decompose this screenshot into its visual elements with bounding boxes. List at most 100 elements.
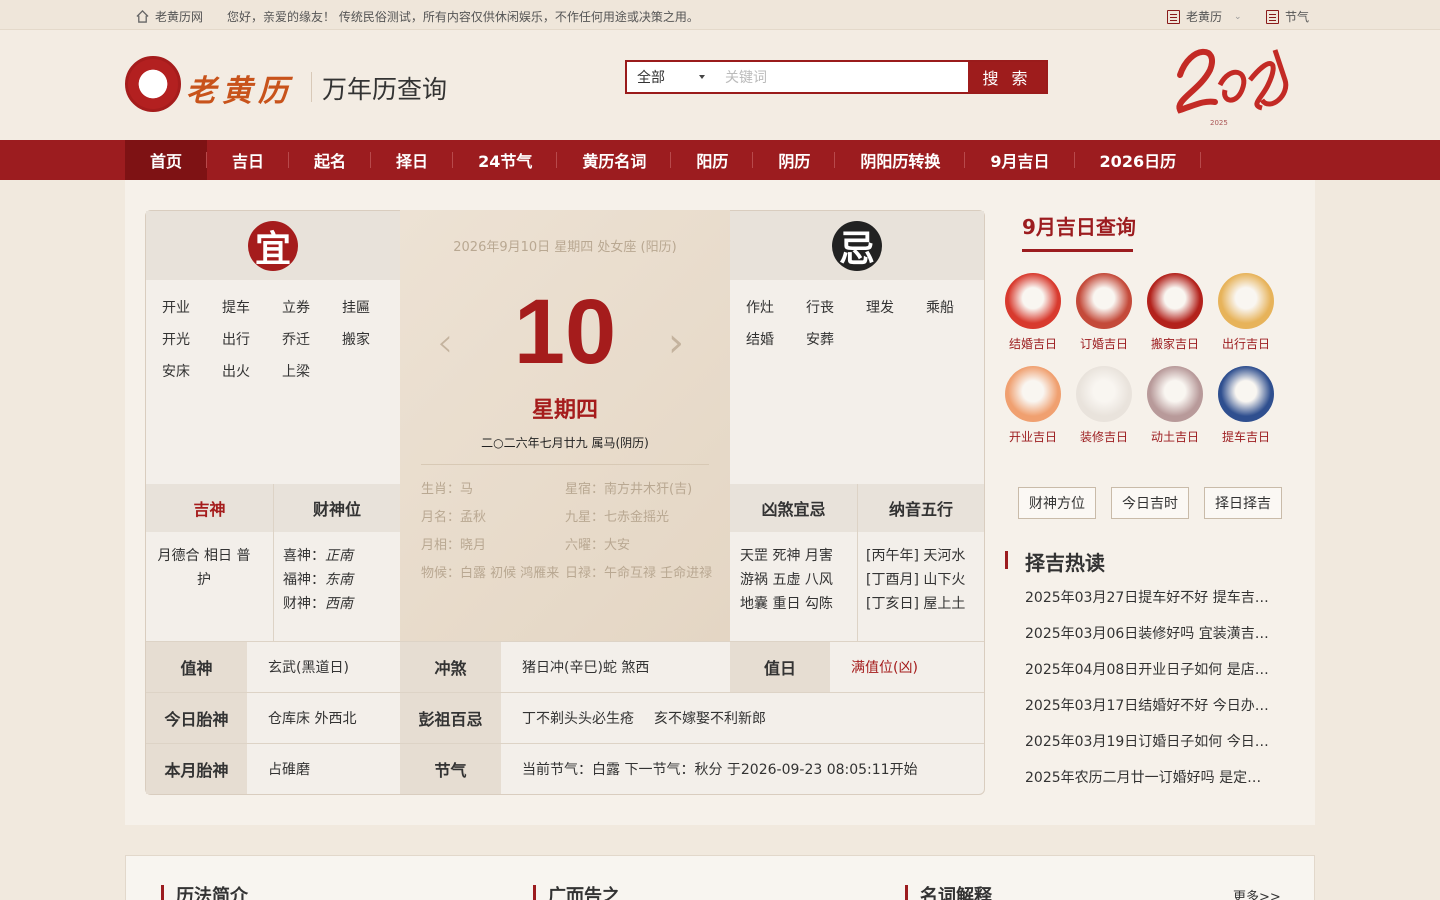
jieqi-label: 节气 (1285, 10, 1310, 24)
hot-article-link[interactable]: 2025年03月17日结婚好不好 今日办喜事吉利吗 (1025, 695, 1275, 731)
lifa-title: 历法简介 (176, 886, 248, 900)
detail-line: 星宿：南方井木犴(吉) (565, 482, 693, 497)
house-icon (1147, 273, 1203, 329)
nav-item-2[interactable]: 起名 (289, 140, 372, 180)
document-icon (1167, 9, 1180, 24)
nav-item-10[interactable]: 2026日历 (1075, 140, 1202, 180)
nav-item-8[interactable]: 阴阳历转换 (835, 140, 966, 180)
details-left: 生肖：马 月名：孟秋 月相：晓月 物候：白露 初候 鸿雁来 (421, 476, 561, 588)
nav-item-6[interactable]: 阳历 (671, 140, 754, 180)
jiri-link[interactable]: 动土吉日 (1139, 366, 1211, 445)
ad-title: 广而告之 (548, 886, 620, 900)
jiri-link[interactable]: 出行吉日 (1210, 273, 1282, 352)
detail-line: 六曜：大安 (565, 538, 631, 553)
lunar-date: 二○二六年七月廿九 属马(阴历) (481, 436, 649, 450)
pengzu-value-2: 亥不嫁娶不利新郎 (654, 711, 766, 727)
nav-item-5[interactable]: 黄历名词 (557, 140, 672, 180)
almanac-item: 结婚 (746, 332, 774, 348)
nav-item-0[interactable]: 首页 (125, 140, 208, 180)
date-line: 2026年9月10日 星期四 处女座 (阳历) (453, 240, 677, 255)
almanac-item: 安葬 (806, 332, 834, 348)
hot-article-link[interactable]: 2025年03月19日订婚日子如何 今日定亲好吗 (1025, 731, 1275, 767)
laohuangli-label: 老黄历 (1186, 10, 1223, 24)
nav-item-4[interactable]: 24节气 (453, 140, 558, 180)
jiri-link[interactable]: 订婚吉日 (1068, 273, 1140, 352)
yi-badge: 宜 (248, 221, 298, 271)
brand-year: 2025 (1210, 119, 1228, 127)
jiri-link[interactable]: 结婚吉日 (997, 273, 1069, 352)
date-divider (421, 464, 709, 465)
hot-title-bar (1005, 551, 1008, 569)
jiri-label: 装修吉日 (1079, 430, 1128, 444)
almanac-item: 提车 (222, 300, 250, 316)
jiri-label: 搬家吉日 (1150, 337, 1199, 351)
hot-article-link[interactable]: 2025年03月27日提车好不好 提车吉利吗 (1025, 587, 1275, 623)
jiri-link[interactable]: 开业吉日 (997, 366, 1069, 445)
caishen-key: 喜神： (283, 548, 325, 564)
jishen-label: 吉神 (146, 484, 273, 532)
jieqi-link[interactable]: 节气 (1266, 8, 1309, 25)
more-link[interactable]: 更多>> (1233, 886, 1281, 900)
jiri-link[interactable]: 搬家吉日 (1139, 273, 1211, 352)
search-scope-select[interactable]: 全部 (627, 62, 715, 92)
hot-title: 择吉热读 (1025, 551, 1105, 575)
almanac-item: 出火 (222, 364, 250, 380)
zhiri-label: 值日 (730, 642, 830, 692)
almanac-item: 开业 (162, 300, 190, 316)
logo-text[interactable]: 老黄历 (186, 66, 294, 110)
caishen-line: 喜神：正南 (283, 544, 353, 568)
detail-line: [丁酉月] 山下火 (866, 572, 966, 588)
almanac-item: 出行 (222, 332, 250, 348)
taishen-value: 仓库床 外西北 (268, 711, 357, 727)
nav-item-1[interactable]: 吉日 (207, 140, 290, 180)
caishen-line: 福神：东南 (283, 568, 353, 592)
nav-item-7[interactable]: 阴历 (753, 140, 836, 180)
site-subtitle: 万年历查询 (322, 75, 448, 104)
sidebar-title[interactable]: 9月吉日查询 (1022, 211, 1136, 240)
laohuangli-link[interactable]: 老黄历 ⌄ (1167, 8, 1242, 25)
wedding-icon (1005, 273, 1061, 329)
search-button[interactable]: 搜 索 (968, 62, 1046, 92)
jiri-label: 订婚吉日 (1079, 337, 1128, 351)
chevron-down-icon: ⌄ (1234, 11, 1242, 22)
zhiri-value: 满值位(凶) (851, 660, 918, 676)
divider (857, 484, 858, 641)
almanac-item: 搬家 (342, 332, 370, 348)
detail-line: 月名：孟秋 (421, 510, 487, 525)
nav-item-3[interactable]: 择日 (371, 140, 454, 180)
almanac-item: 乘船 (926, 300, 954, 316)
jinri-jishi-button[interactable]: 今日吉时 (1111, 487, 1189, 519)
almanac-item: 上梁 (282, 364, 310, 380)
search-input[interactable] (715, 62, 968, 92)
chongsha-label: 冲煞 (400, 642, 501, 692)
almanac-item: 作灶 (746, 300, 774, 316)
hot-article-link[interactable]: 2025年农历二月廿一订婚好吗 是定亲吉日吗 (1025, 767, 1275, 803)
logo-seal-icon[interactable] (125, 56, 181, 112)
title-underline (1022, 249, 1133, 252)
yi-list: 开业 提车 立券 挂匾 开光 出行 乔迁 搬家 安床 出火 上梁 (162, 297, 402, 381)
horse-icon (1218, 273, 1274, 329)
almanac-item: 安床 (162, 364, 190, 380)
jiri-link[interactable]: 装修吉日 (1068, 366, 1140, 445)
hot-article-link[interactable]: 2025年04月08日开业日子如何 是店铺开业吉日吗 (1025, 659, 1275, 695)
jiri-label: 结婚吉日 (1008, 337, 1057, 351)
caishen-fangwei-button[interactable]: 财神方位 (1018, 487, 1096, 519)
document-icon (1266, 9, 1279, 24)
xiongsha-label: 凶煞宜忌 (730, 484, 857, 532)
jiri-label: 提车吉日 (1221, 430, 1270, 444)
hot-article-link[interactable]: 2025年03月06日装修好吗 宜装潢吉日查询 (1025, 623, 1275, 659)
jiri-label: 开业吉日 (1008, 430, 1057, 444)
zeri-zeji-button[interactable]: 择日择吉 (1204, 487, 1282, 519)
home-link[interactable]: 老黄历网 (136, 8, 203, 25)
almanac-item: 乔迁 (282, 332, 310, 348)
chongsha-value: 猪日冲(辛巳)蛇 煞西 (522, 660, 650, 676)
yue-taishen-label: 本月胎神 (146, 744, 247, 794)
almanac-item: 开光 (162, 332, 190, 348)
section-bar (533, 885, 536, 900)
jiri-link[interactable]: 提车吉日 (1210, 366, 1282, 445)
nav-item-9[interactable]: 9月吉日 (965, 140, 1075, 180)
nayin-label: 纳音五行 (858, 484, 984, 532)
detail-line: 月相：晓月 (421, 538, 487, 553)
brand-2025-logo: 2025 (1176, 48, 1289, 127)
frame-icon (1076, 366, 1132, 422)
